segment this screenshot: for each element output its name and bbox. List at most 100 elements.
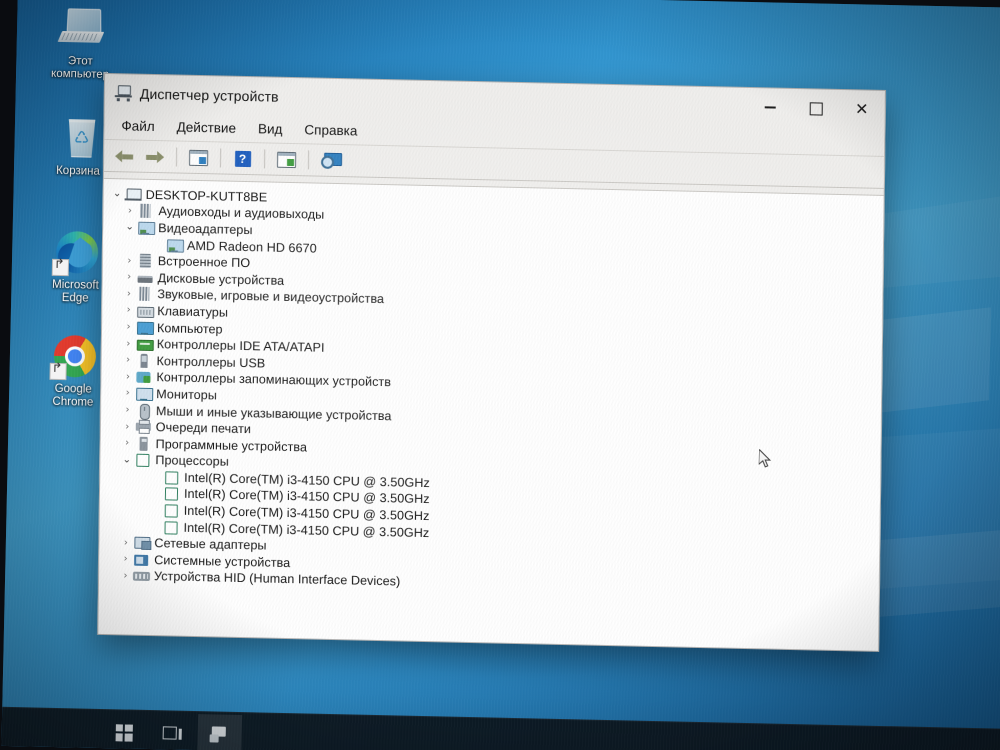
network-adapter-icon bbox=[133, 536, 151, 551]
audio-icon bbox=[136, 287, 153, 302]
processor-icon bbox=[134, 453, 151, 468]
processor-icon bbox=[163, 487, 180, 502]
tree-indent: · bbox=[151, 237, 166, 253]
forward-arrow-icon bbox=[145, 149, 165, 163]
tree-node-label: Процессоры bbox=[155, 453, 229, 469]
window-controls: ✕ bbox=[747, 88, 885, 129]
tree-node-label: Очереди печати bbox=[155, 420, 252, 437]
tree-node-label: Клавиатуры bbox=[157, 304, 229, 320]
task-view-button[interactable] bbox=[149, 713, 194, 750]
microsoft-edge-icon bbox=[51, 229, 101, 278]
device-manager-icon bbox=[209, 726, 230, 743]
chevron-right-icon[interactable]: › bbox=[122, 203, 137, 219]
toolbar-separator bbox=[263, 149, 266, 169]
chevron-right-icon[interactable]: › bbox=[118, 535, 133, 551]
tree-node-label: Устройства HID (Human Interface Devices) bbox=[153, 569, 401, 589]
photo-of-monitor: Этот компьютер Корзина Microsoft Edge Go… bbox=[0, 0, 1000, 750]
tree-node-label: Дисковые устройства bbox=[157, 270, 285, 288]
audio-icon bbox=[137, 204, 154, 219]
menu-file[interactable]: Файл bbox=[110, 115, 165, 137]
task-view-icon bbox=[162, 725, 182, 741]
menu-action[interactable]: Действие bbox=[166, 116, 248, 139]
chevron-right-icon[interactable]: › bbox=[122, 270, 137, 286]
device-tree: ⌄ DESKTOP-KUTT8BE › Аудиовходы и аудиовых… bbox=[99, 183, 884, 601]
tree-node-label: AMD Radeon HD 6670 bbox=[186, 238, 317, 256]
print-queue-icon bbox=[135, 420, 152, 435]
chevron-right-icon[interactable]: › bbox=[121, 319, 136, 335]
close-button[interactable]: ✕ bbox=[839, 90, 885, 129]
tree-indent: · bbox=[148, 503, 163, 519]
storage-controller-icon bbox=[135, 370, 152, 385]
system-device-icon bbox=[133, 552, 150, 567]
chevron-down-icon[interactable]: ⌄ bbox=[119, 452, 134, 468]
chevron-right-icon[interactable]: › bbox=[120, 436, 135, 452]
properties-button[interactable] bbox=[186, 145, 211, 170]
display-adapter-icon bbox=[166, 238, 185, 253]
chevron-right-icon[interactable]: › bbox=[121, 336, 136, 352]
menu-view[interactable]: Вид bbox=[247, 118, 294, 140]
processor-icon bbox=[162, 520, 179, 535]
chevron-down-icon[interactable]: ⌄ bbox=[122, 220, 137, 236]
tree-node-label: Сетевые адаптеры bbox=[154, 536, 267, 553]
menu-help[interactable]: Справка bbox=[293, 119, 368, 142]
window-title: Диспетчер устройств bbox=[139, 85, 279, 105]
chevron-down-icon[interactable]: ⌄ bbox=[110, 186, 125, 202]
chevron-right-icon[interactable]: › bbox=[120, 402, 135, 418]
maximize-icon bbox=[809, 101, 823, 116]
chevron-right-icon[interactable]: › bbox=[120, 369, 135, 385]
chevron-right-icon[interactable]: › bbox=[122, 253, 137, 269]
chevron-right-icon[interactable]: › bbox=[118, 552, 133, 568]
device-manager-icon bbox=[114, 84, 132, 102]
desktop-icon-this-pc[interactable]: Этот компьютер bbox=[32, 4, 130, 82]
monitor-icon bbox=[135, 387, 154, 402]
shortcut-arrow-icon bbox=[51, 258, 70, 277]
chevron-right-icon[interactable]: › bbox=[118, 568, 133, 584]
this-pc-icon bbox=[57, 5, 106, 54]
scan-hardware-icon bbox=[320, 152, 343, 169]
update-driver-icon bbox=[276, 151, 297, 168]
tree-node-label: Видеоадаптеры bbox=[158, 221, 253, 238]
firmware-icon bbox=[137, 253, 154, 269]
forward-button[interactable] bbox=[142, 144, 167, 169]
chevron-right-icon[interactable]: › bbox=[121, 353, 136, 369]
recycle-bin-icon bbox=[54, 115, 103, 164]
back-button[interactable] bbox=[112, 144, 137, 169]
toolbar-separator bbox=[219, 148, 222, 168]
tree-node-label: Мониторы bbox=[156, 387, 217, 403]
toolbar-separator bbox=[307, 150, 310, 170]
display-adapter-icon bbox=[137, 221, 156, 236]
processor-icon bbox=[163, 470, 180, 485]
chevron-right-icon[interactable]: › bbox=[121, 303, 136, 319]
tree-indent: · bbox=[148, 469, 163, 485]
minimize-icon bbox=[764, 106, 776, 109]
usb-controller-icon bbox=[136, 353, 153, 368]
google-chrome-icon bbox=[49, 333, 98, 382]
tree-node-label: DESKTOP-KUTT8BE bbox=[145, 187, 268, 205]
screen-area: Этот компьютер Корзина Microsoft Edge Go… bbox=[1, 0, 1000, 750]
help-button[interactable]: ? bbox=[230, 146, 255, 171]
scan-hardware-button[interactable] bbox=[318, 148, 343, 173]
update-driver-button[interactable] bbox=[274, 147, 299, 172]
shortcut-arrow-icon bbox=[49, 362, 67, 381]
maximize-button[interactable] bbox=[793, 89, 839, 128]
mouse-icon bbox=[135, 403, 152, 420]
tree-node-list: ›Аудиовходы и аудиовыходы⌄Видеоадаптеры·… bbox=[105, 203, 884, 602]
tree-node-label: Встроенное ПО bbox=[157, 254, 251, 271]
device-manager-task[interactable] bbox=[197, 714, 243, 750]
chevron-right-icon[interactable]: › bbox=[120, 386, 135, 402]
close-icon: ✕ bbox=[854, 99, 869, 119]
device-manager-window[interactable]: Диспетчер устройств ✕ Файл Действие Вид … bbox=[97, 72, 886, 652]
tree-indent: · bbox=[147, 519, 162, 535]
tree-node-label: Компьютер bbox=[156, 320, 223, 337]
processor-icon bbox=[163, 503, 180, 518]
hid-icon bbox=[132, 569, 151, 584]
back-arrow-icon bbox=[115, 149, 134, 163]
start-button[interactable] bbox=[101, 712, 146, 750]
software-device-icon bbox=[135, 436, 152, 451]
tree-node-label: Контроллеры USB bbox=[156, 353, 266, 371]
disk-drive-icon bbox=[137, 270, 154, 285]
chevron-right-icon[interactable]: › bbox=[120, 419, 135, 435]
chevron-right-icon[interactable]: › bbox=[121, 286, 136, 302]
device-tree-panel[interactable]: ⌄ DESKTOP-KUTT8BE › Аудиовходы и аудиовых… bbox=[98, 177, 884, 651]
minimize-button[interactable] bbox=[747, 88, 793, 127]
